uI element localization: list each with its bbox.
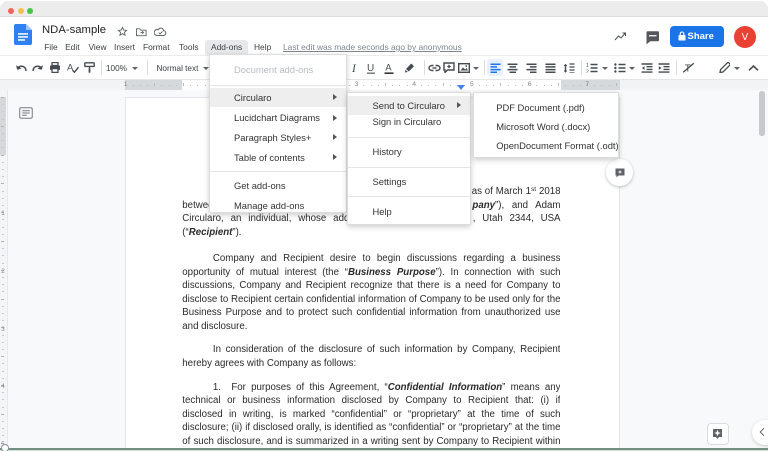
svg-text:2: 2 xyxy=(586,69,589,73)
svg-text:1: 1 xyxy=(586,63,589,69)
svg-text:U: U xyxy=(367,63,374,74)
svg-text:A: A xyxy=(385,62,392,73)
svg-text:I: I xyxy=(351,63,357,74)
